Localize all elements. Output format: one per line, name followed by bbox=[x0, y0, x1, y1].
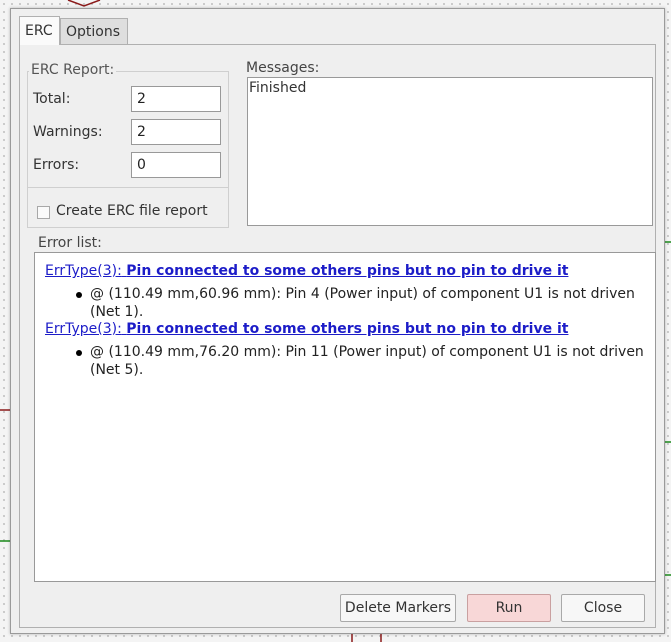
messages-content: Finished bbox=[249, 80, 307, 96]
error-type: ErrType(3): bbox=[45, 263, 122, 279]
messages-label: Messages: bbox=[246, 60, 320, 76]
error-link[interactable]: ErrType(3): Pin connected to some others… bbox=[45, 321, 568, 337]
error-list-label: Error list: bbox=[38, 235, 102, 251]
error-title: Pin connected to some others pins but no… bbox=[126, 321, 569, 337]
bullet-icon bbox=[76, 292, 82, 298]
erc-panel: ERC Report: Total: Warnings: Errors: Cre… bbox=[19, 44, 656, 628]
error-list[interactable]: ErrType(3): Pin connected to some others… bbox=[34, 252, 656, 582]
messages-textarea[interactable]: Finished bbox=[247, 77, 653, 226]
create-erc-file-label[interactable]: Create ERC file report bbox=[56, 203, 208, 219]
errors-field[interactable] bbox=[131, 152, 221, 178]
error-detail: @ (110.49 mm,60.96 mm): Pin 4 (Power inp… bbox=[90, 286, 635, 320]
create-erc-file-checkbox[interactable] bbox=[37, 206, 50, 219]
tab-erc[interactable]: ERC bbox=[19, 16, 60, 45]
warnings-field[interactable] bbox=[131, 119, 221, 145]
errors-label: Errors: bbox=[33, 157, 80, 173]
warnings-label: Warnings: bbox=[33, 124, 103, 140]
total-field[interactable] bbox=[131, 86, 221, 112]
run-button[interactable]: Run bbox=[467, 594, 551, 622]
error-detail: @ (110.49 mm,76.20 mm): Pin 11 (Power in… bbox=[90, 344, 644, 378]
error-link[interactable]: ErrType(3): Pin connected to some others… bbox=[45, 263, 568, 279]
tab-options[interactable]: Options bbox=[60, 18, 128, 44]
delete-markers-button[interactable]: Delete Markers bbox=[340, 594, 456, 622]
error-title: Pin connected to some others pins but no… bbox=[126, 263, 569, 279]
erc-dialog: ERC Options ERC Report: Total: Warnings:… bbox=[10, 8, 665, 634]
bullet-icon bbox=[76, 350, 82, 356]
total-label: Total: bbox=[33, 91, 71, 107]
erc-report-title: ERC Report: bbox=[29, 62, 117, 78]
error-type: ErrType(3): bbox=[45, 321, 122, 337]
close-button[interactable]: Close bbox=[561, 594, 645, 622]
